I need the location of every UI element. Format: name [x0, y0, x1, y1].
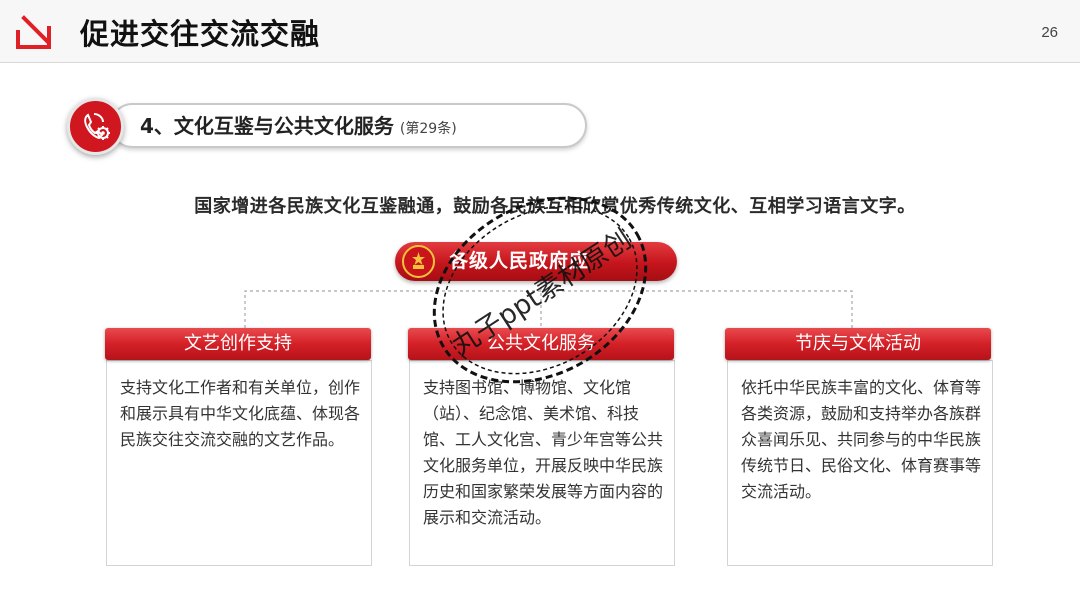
card-art-creation: 支持文化工作者和有关单位，创作和展示具有中华文化底蕴、体现各民族交往交流交融的文…	[106, 360, 372, 566]
card-festivals: 依托中华民族丰富的文化、体育等各类资源，鼓励和支持举办各族群众喜闻乐见、共同参与…	[727, 360, 993, 566]
card-body: 支持文化工作者和有关单位，创作和展示具有中华文化底蕴、体现各民族交往交流交融的文…	[120, 378, 361, 449]
card-body: 依托中华民族丰富的文化、体育等各类资源，鼓励和支持举办各族群众喜闻乐见、共同参与…	[741, 378, 982, 501]
card-header-festivals: 节庆与文体活动	[725, 328, 991, 360]
card-body: 支持图书馆、博物馆、文化馆（站）、纪念馆、美术馆、科技馆、工人文化宫、青少年宫等…	[423, 378, 664, 527]
watermark-stamp: 丸子ppt素材原创	[432, 196, 648, 384]
card-public-culture: 支持图书馆、博物馆、文化馆（站）、纪念馆、美术馆、科技馆、工人文化宫、青少年宫等…	[409, 360, 675, 566]
card-header-art-creation: 文艺创作支持	[105, 328, 371, 360]
watermark-text: 丸子ppt素材原创	[447, 224, 637, 363]
